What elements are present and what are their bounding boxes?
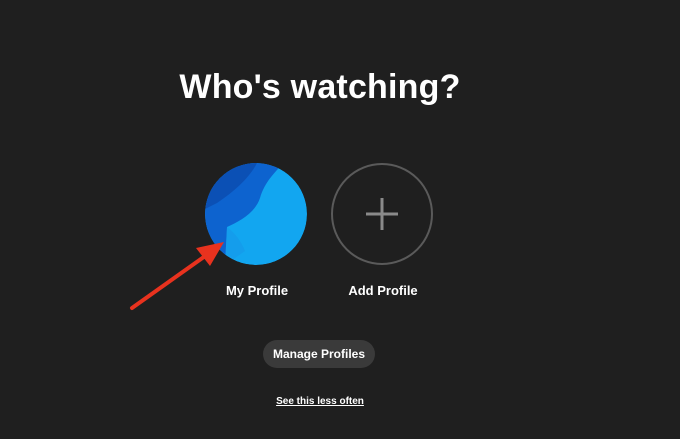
profile-avatar-icon[interactable] [205,163,307,265]
manage-profiles-button[interactable]: Manage Profiles [263,340,375,368]
profile-selection-screen: Who's watching? My Profile Add Profile M… [0,0,680,439]
see-less-often-link[interactable]: See this less often [260,396,380,407]
profile-list: My Profile Add Profile [205,163,435,303]
my-profile-tile[interactable]: My Profile [205,163,309,298]
add-profile-tile[interactable]: Add Profile [331,163,435,298]
page-title: Who's watching? [179,68,461,106]
add-profile-circle[interactable] [331,163,433,265]
plus-icon [366,198,398,230]
my-profile-label: My Profile [225,283,289,298]
add-profile-label: Add Profile [348,283,418,298]
